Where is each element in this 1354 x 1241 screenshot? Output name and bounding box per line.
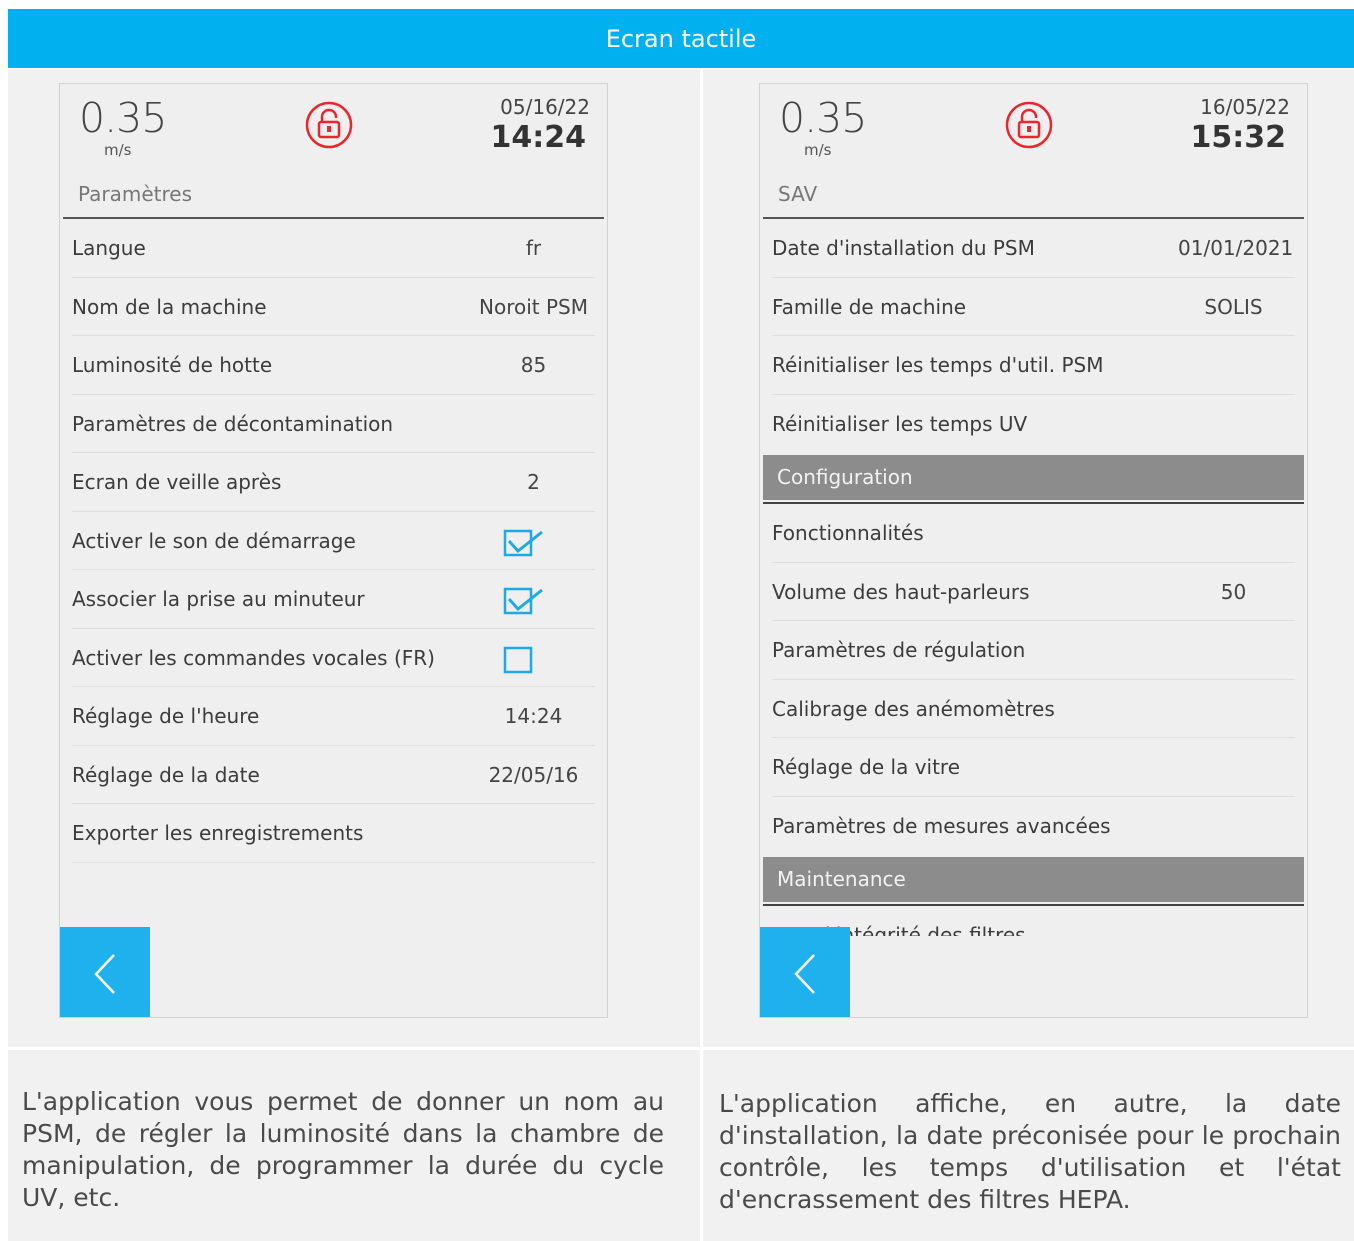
setting-label: Paramètres de décontamination	[72, 411, 394, 436]
airflow-speed: 0.35	[779, 94, 867, 142]
screen-time: 15:32	[1190, 120, 1287, 155]
setting-row-screensaver[interactable]: Ecran de veille après 2	[72, 453, 595, 512]
setting-value: 50	[1220, 579, 1247, 604]
airflow-speed: 0.35	[79, 94, 167, 142]
setting-value: 14:24	[504, 704, 563, 728]
setting-label: Fonctionnalités	[772, 521, 924, 545]
setting-label: Activer les commandes vocales (FR)	[72, 645, 435, 670]
right-caption: L'application affiche, en autre, la date…	[719, 1089, 1341, 1214]
setting-label: Réinitialiser les temps UV	[772, 411, 1028, 436]
setting-value: Noroit PSM	[479, 294, 588, 319]
screen-date: 16/05/22	[1200, 95, 1290, 119]
back-button[interactable]	[60, 927, 150, 1017]
setting-value: 01/01/2021	[1178, 236, 1294, 260]
config-row-anemometer[interactable]: Calibrage des anémomètres	[772, 680, 1295, 738]
setting-label: Exporter les enregistrements	[72, 821, 364, 845]
config-row-advanced-measures[interactable]: Paramètres de mesures avancées	[772, 797, 1295, 856]
setting-row-voice-commands[interactable]: Activer les commandes vocales (FR)	[72, 629, 595, 687]
setting-label: Famille de machine	[772, 294, 967, 319]
right-device-screen: 0.35 m/s 16/05/22 15:32 SAV Date d'insta…	[759, 83, 1308, 1018]
setting-label: Activer le son de démarrage	[72, 528, 356, 553]
setting-value: 85	[520, 353, 547, 377]
sav-row-machine-family[interactable]: Famille de machine SOLIS	[772, 278, 1295, 336]
setting-label: Réglage de l'heure	[72, 704, 260, 728]
maintenance-row-partial[interactable]: Test d'intégrité des filtres	[772, 906, 1295, 936]
left-caption-cell: L'application vous permet de donner un n…	[8, 1050, 700, 1241]
configuration-header-label: Configuration	[777, 465, 913, 489]
setting-row-langue[interactable]: Langue fr	[72, 219, 595, 278]
lock-icon[interactable]	[305, 101, 353, 149]
banner-title: Ecran tactile	[605, 24, 757, 53]
section-title: SAV	[778, 182, 818, 206]
setting-row-time[interactable]: Réglage de l'heure 14:24	[72, 687, 595, 746]
chevron-left-icon	[94, 954, 115, 994]
setting-row-brightness[interactable]: Luminosité de hotte 85	[72, 336, 595, 395]
configuration-header: Configuration	[763, 455, 1304, 500]
checkbox-checked-icon[interactable]	[503, 585, 545, 617]
airflow-unit: m/s	[104, 141, 132, 159]
setting-row-machine-name[interactable]: Nom de la machine Noroit PSM	[72, 278, 595, 336]
setting-label: Paramètres de régulation	[772, 638, 1026, 662]
setting-row-decontamination[interactable]: Paramètres de décontamination	[72, 395, 595, 453]
back-button[interactable]	[760, 927, 850, 1017]
setting-row-date[interactable]: Réglage de la date 22/05/16	[72, 746, 595, 804]
sav-row-reset-uv-time[interactable]: Réinitialiser les temps UV	[772, 395, 1295, 454]
setting-label: Nom de la machine	[72, 294, 267, 319]
setting-value: fr	[525, 236, 542, 260]
setting-row-export[interactable]: Exporter les enregistrements	[72, 804, 595, 863]
setting-value: 2	[527, 470, 540, 494]
setting-label: Réinitialiser les temps d'util. PSM	[772, 353, 1104, 377]
lock-icon[interactable]	[1005, 101, 1053, 149]
setting-row-startup-sound[interactable]: Activer le son de démarrage	[72, 512, 595, 570]
setting-label: Paramètres de mesures avancées	[772, 813, 1111, 838]
setting-label: Réglage de la date	[72, 762, 260, 787]
setting-label: Associer la prise au minuteur	[72, 587, 365, 611]
setting-label: Luminosité de hotte	[72, 353, 273, 377]
right-screen-cell: 0.35 m/s 16/05/22 15:32 SAV Date d'insta…	[703, 69, 1354, 1047]
maintenance-header: Maintenance	[763, 857, 1304, 902]
left-screen-cell: 0.35 m/s 05/16/22 14:24 Paramètres Langu…	[8, 69, 700, 1047]
settings-list: Langue fr Nom de la machine Noroit PSM L…	[72, 219, 595, 863]
screen-date: 05/16/22	[500, 95, 590, 119]
sav-row-install-date[interactable]: Date d'installation du PSM 01/01/2021	[772, 219, 1295, 278]
page-banner: Ecran tactile	[8, 9, 1354, 68]
checkbox-unchecked-icon[interactable]	[503, 644, 545, 676]
config-row-regulation[interactable]: Paramètres de régulation	[772, 621, 1295, 680]
left-device-screen: 0.35 m/s 05/16/22 14:24 Paramètres Langu…	[59, 83, 608, 1018]
right-caption-cell: L'application affiche, en autre, la date…	[703, 1050, 1354, 1241]
chevron-left-icon	[794, 954, 815, 994]
setting-value: SOLIS	[1204, 294, 1263, 319]
airflow-unit: m/s	[804, 141, 832, 159]
setting-label: Calibrage des anémomètres	[772, 696, 1055, 721]
config-row-speaker-volume[interactable]: Volume des haut-parleurs 50	[772, 563, 1295, 621]
config-row-glass[interactable]: Réglage de la vitre	[772, 738, 1295, 797]
setting-label: Langue	[72, 236, 146, 260]
sav-row-reset-psm-time[interactable]: Réinitialiser les temps d'util. PSM	[772, 336, 1295, 395]
setting-value: 22/05/16	[488, 762, 579, 787]
screen-time: 14:24	[490, 120, 587, 155]
setting-label: Réglage de la vitre	[772, 755, 961, 779]
maintenance-header-label: Maintenance	[777, 867, 906, 891]
setting-label: Date d'installation du PSM	[772, 236, 1035, 260]
left-caption: L'application vous permet de donner un n…	[22, 1087, 664, 1212]
setting-label: Volume des haut-parleurs	[772, 579, 1030, 604]
setting-row-timer-socket[interactable]: Associer la prise au minuteur	[72, 570, 595, 629]
config-row-features[interactable]: Fonctionnalités	[772, 504, 1295, 563]
section-title: Paramètres	[78, 182, 193, 206]
sav-list: Date d'installation du PSM 01/01/2021 Fa…	[763, 219, 1304, 936]
setting-label: Ecran de veille après	[72, 470, 282, 494]
checkbox-checked-icon[interactable]	[503, 527, 545, 559]
